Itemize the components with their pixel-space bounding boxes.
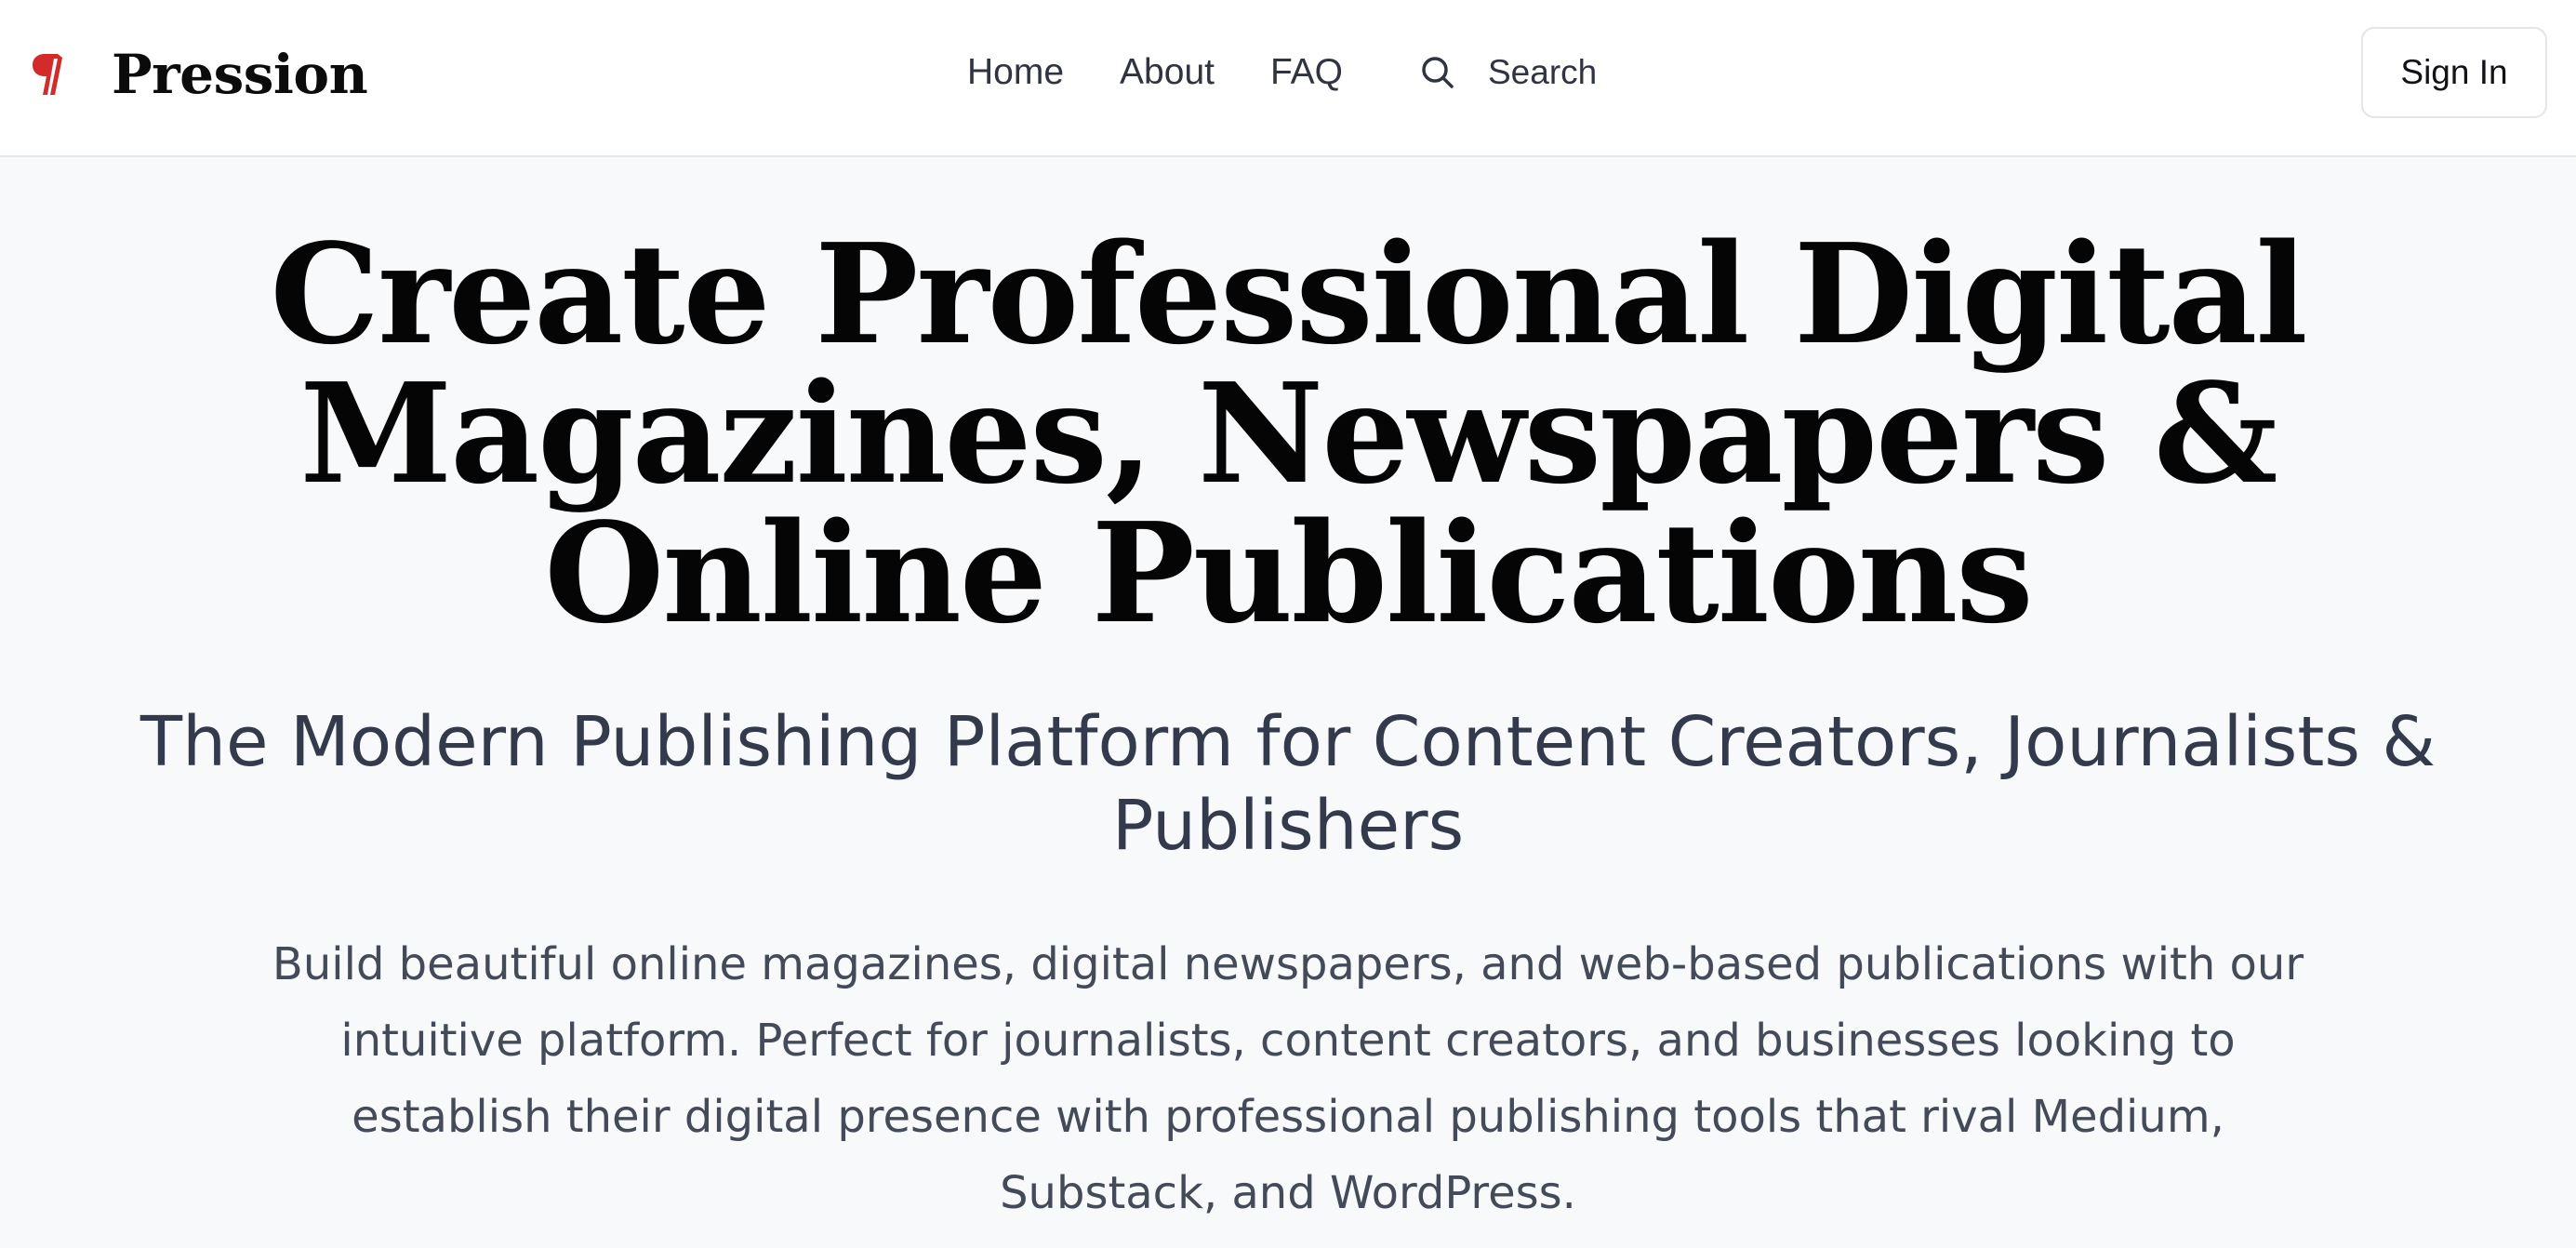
brand-name: Pression [112,43,368,106]
brand-logo-link[interactable]: Pression [26,37,368,112]
nav-link-home[interactable]: Home [967,52,1064,93]
hero-title: Create Professional Digital Magazines, N… [270,213,2307,654]
nav-link-about[interactable]: About [1120,52,1215,93]
hero-subtitle: The Modern Publishing Platform for Conte… [139,702,2437,866]
sign-in-button[interactable]: Sign In [2361,27,2547,118]
search-icon [1419,54,1456,91]
search-button[interactable]: Search [1419,53,1597,92]
top-navigation-bar: Pression Home About FAQ Search Sign In [0,0,2576,157]
hero-section: Create Professional Digital Magazines, N… [0,157,2576,1248]
search-label: Search [1488,53,1598,91]
nav-link-faq[interactable]: FAQ [1270,52,1343,93]
main-nav: Home About FAQ Search [967,45,1597,100]
pilcrow-icon [26,46,71,102]
hero-description: Build beautiful online magazines, digita… [272,938,2304,1219]
